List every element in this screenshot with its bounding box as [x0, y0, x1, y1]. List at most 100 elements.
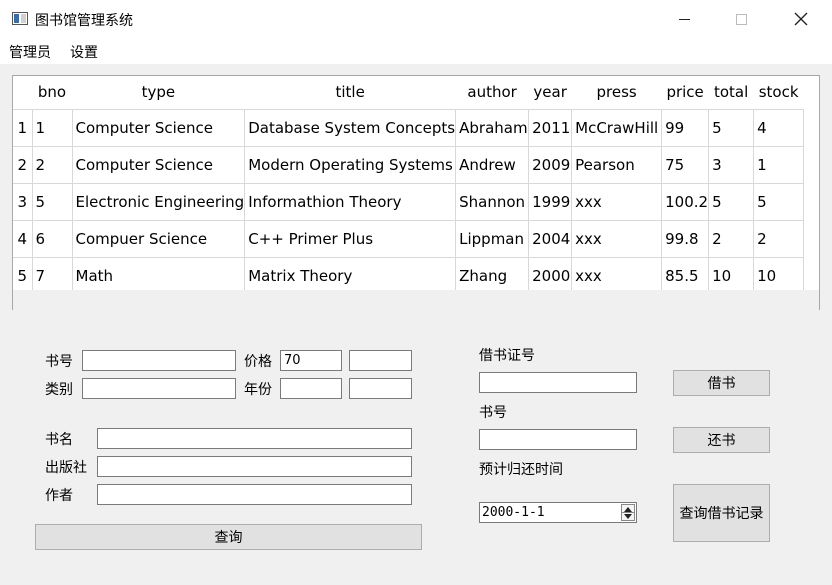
year-min-input[interactable]: [280, 378, 342, 399]
column-header-total[interactable]: total: [708, 76, 754, 109]
window-title: 图书馆管理系统: [35, 13, 133, 29]
table-cell[interactable]: 5: [753, 182, 805, 221]
column-header-press[interactable]: press: [571, 76, 662, 109]
table-cell[interactable]: Compuer Science: [71, 219, 246, 258]
table-cell[interactable]: 2: [31, 145, 73, 184]
column-header-price[interactable]: price: [661, 76, 709, 109]
year-max-input[interactable]: [349, 378, 412, 399]
menu-admin[interactable]: 管理员: [9, 42, 51, 62]
row-header[interactable]: 4: [13, 219, 33, 257]
card-input[interactable]: [479, 372, 637, 393]
books-table[interactable]: bno type title author year press price t…: [12, 75, 820, 310]
return-button[interactable]: 还书: [673, 427, 770, 453]
table-cell[interactable]: 2000: [528, 256, 573, 295]
menu-settings[interactable]: 设置: [70, 42, 98, 62]
table-cell[interactable]: McCrawHill: [571, 108, 663, 147]
table-cell[interactable]: 5: [708, 182, 755, 221]
table-row[interactable]: 2 2 Computer Science Modern Operating Sy…: [13, 145, 805, 184]
table-cell[interactable]: 10: [708, 256, 755, 295]
maximize-icon: [735, 13, 747, 25]
row-header[interactable]: 1: [13, 108, 33, 146]
table-cell[interactable]: xxx: [571, 256, 663, 295]
table-cell[interactable]: 2011: [528, 108, 573, 147]
bno-input[interactable]: [82, 350, 236, 371]
table-row[interactable]: 4 6 Compuer Science C++ Primer Plus Lipp…: [13, 219, 805, 258]
return-date-value: 2000-1-1: [482, 505, 545, 520]
table-cell[interactable]: 85.5: [661, 256, 710, 295]
table-row[interactable]: 1 1 Computer Science Database System Con…: [13, 108, 805, 147]
table-cell[interactable]: 100.2: [661, 182, 710, 221]
table-cell[interactable]: 1: [753, 145, 805, 184]
table-cell[interactable]: Pearson: [571, 145, 663, 184]
table-cell[interactable]: Math: [71, 256, 246, 295]
close-button[interactable]: [778, 0, 824, 38]
minimize-button[interactable]: [661, 0, 707, 38]
books-grid: bno type title author year press price t…: [13, 76, 805, 295]
table-cell[interactable]: Informathion Theory: [244, 182, 457, 221]
table-cell[interactable]: 5: [708, 108, 755, 147]
table-cell[interactable]: 10: [753, 256, 805, 295]
price-label: 价格: [244, 354, 272, 370]
borrow-button[interactable]: 借书: [673, 370, 770, 396]
table-cell[interactable]: Zhang: [455, 256, 530, 295]
date-spinner[interactable]: [621, 504, 635, 521]
table-cell[interactable]: Matrix Theory: [244, 256, 457, 295]
table-cell[interactable]: xxx: [571, 219, 663, 258]
spinner-down-icon[interactable]: [624, 514, 632, 519]
press-label: 出版社: [45, 460, 87, 476]
row-header[interactable]: 3: [13, 182, 33, 220]
table-cell[interactable]: 6: [31, 219, 73, 258]
table-cell[interactable]: 75: [661, 145, 710, 184]
table-cell[interactable]: Database System Concepts: [244, 108, 457, 147]
type-input[interactable]: [82, 378, 236, 399]
table-cell[interactable]: Abraham: [455, 108, 530, 147]
table-cell[interactable]: 5: [31, 182, 73, 221]
column-header-title[interactable]: title: [244, 76, 456, 109]
type-label: 类别: [45, 382, 73, 398]
table-cell[interactable]: 1: [31, 108, 73, 147]
table-row[interactable]: 5 7 Math Matrix Theory Zhang 2000 xxx 85…: [13, 256, 805, 295]
borrow-bno-input[interactable]: [479, 429, 637, 450]
borrow-records-button[interactable]: 查询借书记录: [673, 484, 770, 542]
title-label: 书名: [45, 432, 73, 448]
table-cell[interactable]: 7: [31, 256, 73, 295]
table-cell[interactable]: Computer Science: [71, 145, 246, 184]
row-header[interactable]: 2: [13, 145, 33, 183]
press-input[interactable]: [97, 456, 412, 477]
price-min-input[interactable]: [280, 350, 342, 371]
table-cell[interactable]: 99: [661, 108, 710, 147]
table-cell[interactable]: 4: [753, 108, 805, 147]
column-header-stock[interactable]: stock: [753, 76, 804, 109]
return-date-input[interactable]: 2000-1-1: [479, 502, 637, 523]
table-cell[interactable]: 3: [708, 145, 755, 184]
table-cell[interactable]: 99.8: [661, 219, 710, 258]
author-input[interactable]: [97, 484, 412, 505]
column-header-type[interactable]: type: [72, 76, 245, 109]
table-row[interactable]: 3 5 Electronic Engineering Informathion …: [13, 182, 805, 221]
table-cell[interactable]: xxx: [571, 182, 663, 221]
column-header-author[interactable]: author: [455, 76, 529, 109]
table-cell[interactable]: Shannon: [455, 182, 530, 221]
maximize-button[interactable]: [718, 0, 764, 38]
table-cell[interactable]: 1999: [528, 182, 573, 221]
table-cell[interactable]: Andrew: [455, 145, 530, 184]
column-header-bno[interactable]: bno: [32, 76, 72, 109]
borrow-bno-label: 书号: [479, 405, 507, 421]
column-header-year[interactable]: year: [528, 76, 572, 109]
table-cell[interactable]: Electronic Engineering: [71, 182, 246, 221]
table-cell[interactable]: C++ Primer Plus: [244, 219, 457, 258]
table-cell[interactable]: Computer Science: [71, 108, 246, 147]
return-time-label: 预计归还时间: [479, 462, 563, 478]
table-cell[interactable]: 2004: [528, 219, 573, 258]
table-cell[interactable]: 2: [708, 219, 755, 258]
query-button[interactable]: 查询: [35, 524, 422, 550]
title-input[interactable]: [97, 428, 412, 449]
card-label: 借书证号: [479, 348, 535, 364]
table-cell[interactable]: Modern Operating Systems: [244, 145, 457, 184]
table-cell[interactable]: 2009: [528, 145, 573, 184]
table-cell[interactable]: Lippman: [455, 219, 530, 258]
app-icon: [12, 12, 28, 25]
table-cell[interactable]: 2: [753, 219, 805, 258]
row-header[interactable]: 5: [13, 256, 33, 294]
price-max-input[interactable]: [349, 350, 412, 371]
